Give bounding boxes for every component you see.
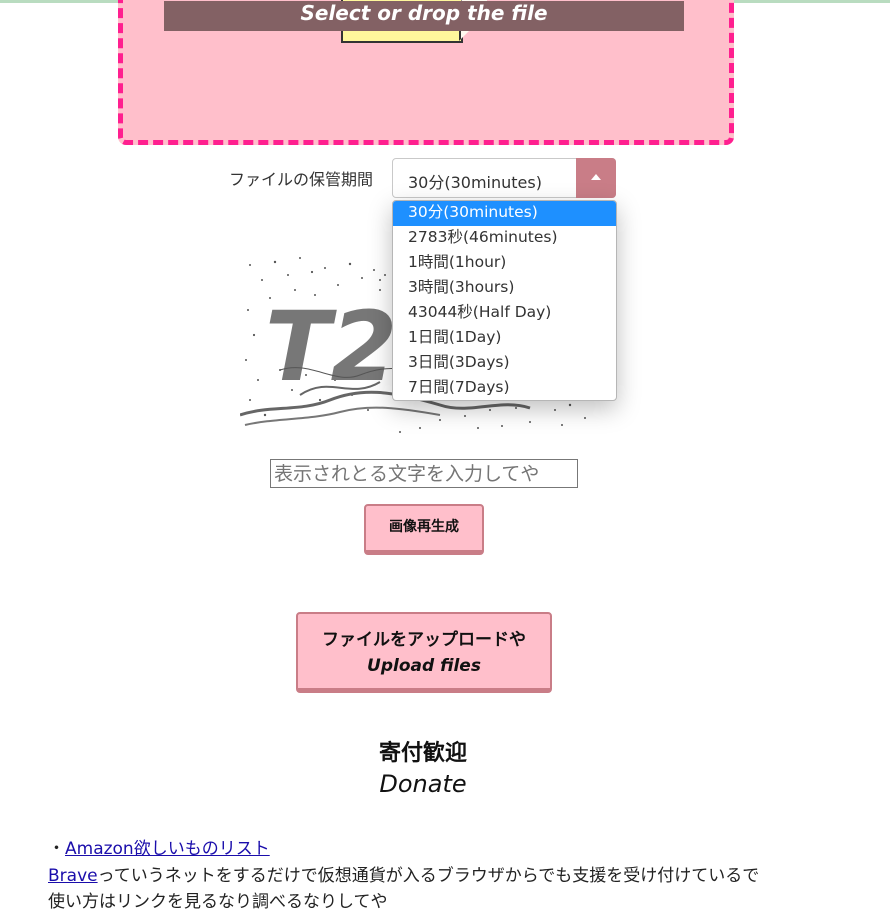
retention-dropdown-list: 30分(30minutes) 2783秒(46minutes) 1時間(1hou… xyxy=(392,200,617,401)
retention-label: ファイルの保管期間 xyxy=(229,170,374,189)
retention-option[interactable]: 43044秒(Half Day) xyxy=(393,301,616,326)
amazon-wishlist-link[interactable]: Amazon欲しいものリスト xyxy=(65,839,270,859)
donate-subheading: Donate xyxy=(379,770,467,798)
retention-option[interactable]: 30分(30minutes) xyxy=(393,201,616,226)
bullet: ・ xyxy=(48,839,65,859)
file-drop-zone[interactable]: Select or drop the file xyxy=(118,0,734,145)
retention-select[interactable]: 30分(30minutes) xyxy=(392,158,616,198)
retention-option[interactable]: 3日間(3Days) xyxy=(393,351,616,376)
retention-option[interactable]: 1日間(1Day) xyxy=(393,326,616,351)
upload-button-label-en: Upload files xyxy=(367,656,481,676)
retention-selected-value: 30分(30minutes) xyxy=(408,173,542,192)
caret-up-icon xyxy=(591,174,601,180)
retention-option[interactable]: 3時間(3hours) xyxy=(393,276,616,301)
brave-description: っていうネットをするだけで仮想通貨が入るブラウザからでも支援を受け付けているで xyxy=(97,866,760,886)
brave-line: Braveっていうネットをするだけで仮想通貨が入るブラウザからでも支援を受け付け… xyxy=(48,861,759,886)
usage-note: 使い方はリンクを見るなり調べるなりしてや xyxy=(48,892,388,912)
upload-button-label-ja: ファイルをアップロードや xyxy=(322,630,526,650)
amazon-wishlist-line: ・Amazon欲しいものリスト xyxy=(48,834,270,859)
retention-option[interactable]: 2783秒(46minutes) xyxy=(393,226,616,251)
regenerate-captcha-button[interactable]: 画像再生成 xyxy=(364,504,484,555)
retention-dropdown-toggle[interactable] xyxy=(576,158,616,198)
drop-zone-banner: Select or drop the file xyxy=(164,1,684,31)
retention-option[interactable]: 1時間(1hour) xyxy=(393,251,616,276)
upload-button[interactable]: ファイルをアップロードや Upload files xyxy=(296,612,552,693)
retention-option[interactable]: 7日間(7Days) xyxy=(393,376,616,400)
donate-heading: 寄付歓迎 xyxy=(378,741,467,766)
brave-link[interactable]: Brave xyxy=(48,866,98,886)
captcha-input[interactable] xyxy=(270,459,578,488)
